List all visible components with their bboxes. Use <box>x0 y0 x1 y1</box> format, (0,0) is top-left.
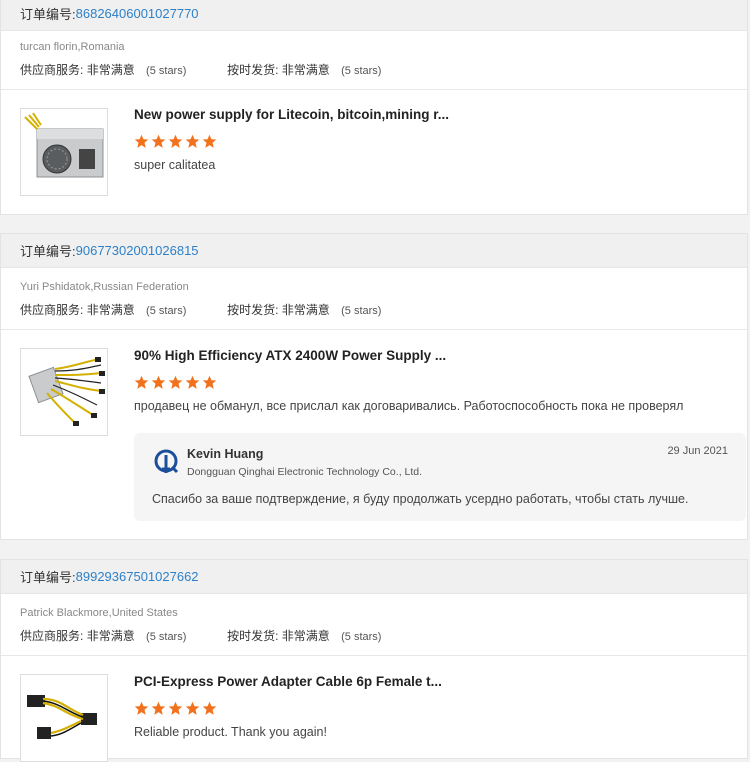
product-rating <box>134 375 217 390</box>
cable-adapter-icon <box>27 695 97 739</box>
shipping-stars: (5 stars) <box>341 65 382 77</box>
supplier-service-label: 供应商服务: <box>20 303 84 317</box>
buyer-info: Yuri Pshidatok,Russian Federation <box>20 281 189 293</box>
reply-date: 29 Jun 2021 <box>667 445 728 457</box>
service-ratings: 供应商服务: 非常满意 (5 stars) 按时发货: 非常满意 (5 star… <box>20 61 381 78</box>
buyer-info: turcan florin,Romania <box>20 41 125 53</box>
star-icon <box>134 134 149 148</box>
product-rating <box>134 134 217 149</box>
order-label: 订单编号: <box>20 7 76 22</box>
order-card: 订单编号: 89929367501027662 Patrick Blackmor… <box>0 559 748 762</box>
order-header: 订单编号: 86826406001027770 <box>1 0 747 31</box>
divider <box>1 89 747 90</box>
star-icon <box>134 375 149 389</box>
order-card: 订单编号: 86826406001027770 turcan florin,Ro… <box>0 0 748 215</box>
star-icon <box>151 375 166 389</box>
divider <box>1 655 747 656</box>
review-text: super calitatea <box>134 158 216 172</box>
shipping-value: 非常满意 <box>281 63 330 77</box>
order-number-link[interactable]: 86826406001027770 <box>76 6 199 21</box>
star-icon <box>134 701 149 715</box>
buyer-info: Patrick Blackmore,United States <box>20 607 178 619</box>
star-icon <box>168 701 183 715</box>
product-thumbnail[interactable] <box>20 674 108 762</box>
reply-company: Dongguan Qinghai Electronic Technology C… <box>187 466 423 478</box>
supplier-service-stars: (5 stars) <box>146 65 187 77</box>
shipping-value: 非常满意 <box>281 303 330 317</box>
product-rating <box>134 701 217 716</box>
supplier-service-value: 非常满意 <box>86 303 135 317</box>
reply-text: Спасибо за ваше подтверждение, я буду пр… <box>152 492 689 506</box>
supplier-service-label: 供应商服务: <box>20 63 84 77</box>
star-icon <box>185 134 200 148</box>
product-title[interactable]: 90% High Efficiency ATX 2400W Power Supp… <box>134 348 446 363</box>
star-icon <box>202 134 217 148</box>
star-icon <box>202 701 217 715</box>
company-logo-icon <box>154 449 179 474</box>
order-number-link[interactable]: 89929367501027662 <box>76 569 199 584</box>
supplier-service-value: 非常满意 <box>86 629 135 643</box>
star-icon <box>168 134 183 148</box>
service-ratings: 供应商服务: 非常满意 (5 stars) 按时发货: 非常满意 (5 star… <box>20 301 381 318</box>
shipping-value: 非常满意 <box>281 629 330 643</box>
supplier-service-label: 供应商服务: <box>20 629 84 643</box>
order-card: 订单编号: 90677302001026815 Yuri Pshidatok,R… <box>0 233 748 540</box>
review-text: продавец не обманул, все прислал как дог… <box>134 399 684 413</box>
product-title[interactable]: New power supply for Litecoin, bitcoin,m… <box>134 107 449 122</box>
product-thumbnail[interactable] <box>20 348 108 436</box>
supplier-service-value: 非常满意 <box>86 63 135 77</box>
product-title[interactable]: PCI-Express Power Adapter Cable 6p Femal… <box>134 674 442 689</box>
shipping-label: 按时发货: <box>227 303 279 317</box>
supplier-service-stars: (5 stars) <box>146 631 187 643</box>
psu-cables-icon <box>28 357 105 426</box>
divider <box>1 329 747 330</box>
order-label: 订单编号: <box>20 244 76 259</box>
supplier-service-stars: (5 stars) <box>146 305 187 317</box>
star-icon <box>151 134 166 148</box>
order-header: 订单编号: 90677302001026815 <box>1 234 747 268</box>
order-label: 订单编号: <box>20 570 76 585</box>
shipping-label: 按时发货: <box>227 63 279 77</box>
service-ratings: 供应商服务: 非常满意 (5 stars) 按时发货: 非常满意 (5 star… <box>20 627 381 644</box>
reply-author-name: Kevin Huang <box>187 447 264 461</box>
star-icon <box>185 375 200 389</box>
shipping-label: 按时发货: <box>227 629 279 643</box>
order-header: 订单编号: 89929367501027662 <box>1 560 747 594</box>
shipping-stars: (5 stars) <box>341 631 382 643</box>
star-icon <box>151 701 166 715</box>
order-number-link[interactable]: 90677302001026815 <box>76 243 199 258</box>
review-text: Reliable product. Thank you again! <box>134 725 327 739</box>
psu-box-icon <box>24 112 104 178</box>
star-icon <box>168 375 183 389</box>
seller-reply: Kevin Huang Dongguan Qinghai Electronic … <box>134 433 746 521</box>
product-thumbnail[interactable] <box>20 108 108 196</box>
star-icon <box>202 375 217 389</box>
shipping-stars: (5 stars) <box>341 305 382 317</box>
star-icon <box>185 701 200 715</box>
